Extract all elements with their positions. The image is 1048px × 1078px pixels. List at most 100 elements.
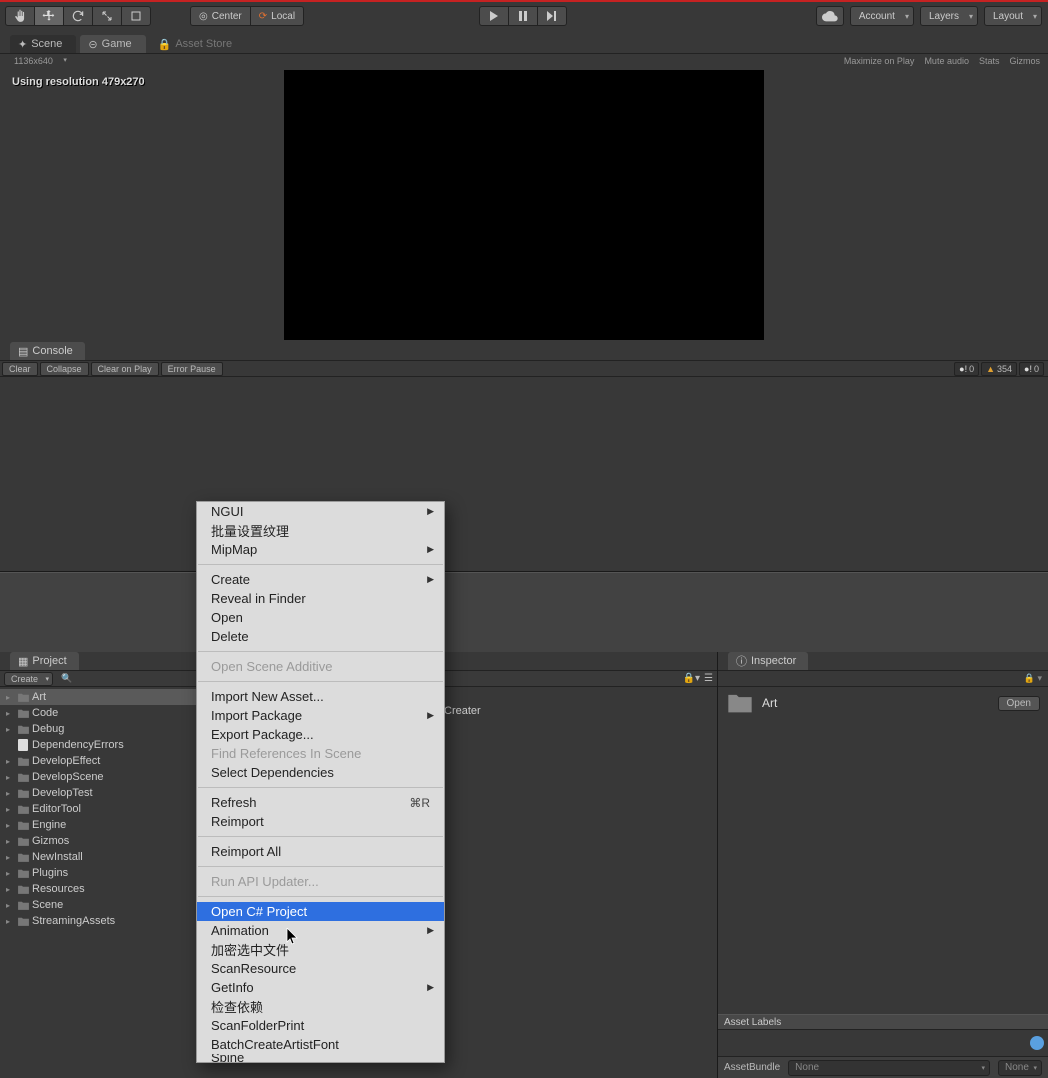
- tree-item-code[interactable]: ▸Code: [0, 705, 196, 721]
- console-detail[interactable]: [0, 572, 1048, 652]
- expand-arrow-icon[interactable]: ▸: [6, 789, 14, 798]
- asset-bundle-variant-dropdown[interactable]: None: [998, 1060, 1042, 1076]
- menu-item-clipped[interactable]: Spine: [197, 1054, 444, 1062]
- maximize-on-play-toggle[interactable]: Maximize on Play: [844, 56, 915, 66]
- console-body[interactable]: [0, 377, 1048, 572]
- tree-item-scene[interactable]: ▸Scene: [0, 897, 196, 913]
- menu-item[interactable]: Animation: [197, 921, 444, 940]
- hand-tool[interactable]: [5, 6, 35, 26]
- label-tag-icon[interactable]: [1030, 1036, 1044, 1050]
- folder-tree[interactable]: ▸Art▸Code▸DebugDependencyErrors▸DevelopE…: [0, 687, 196, 1078]
- pause-button[interactable]: [508, 6, 538, 26]
- menu-item[interactable]: MipMap: [197, 540, 444, 559]
- menu-item[interactable]: Open: [197, 608, 444, 627]
- cloud-button[interactable]: [816, 6, 844, 26]
- tree-item-plugins[interactable]: ▸Plugins: [0, 865, 196, 881]
- search-icon[interactable]: 🔍: [61, 673, 72, 684]
- tree-item-debug[interactable]: ▸Debug: [0, 721, 196, 737]
- menu-item[interactable]: 加密选中文件: [197, 940, 444, 959]
- play-button[interactable]: [479, 6, 509, 26]
- inspector-open-button[interactable]: Open: [998, 696, 1040, 711]
- expand-arrow-icon[interactable]: ▸: [6, 773, 14, 782]
- menu-item[interactable]: Import New Asset...: [197, 687, 444, 706]
- asset-bundle-name-dropdown[interactable]: None: [788, 1060, 990, 1076]
- tree-item-editortool[interactable]: ▸EditorTool: [0, 801, 196, 817]
- console-clear-on-play-toggle[interactable]: Clear on Play: [91, 362, 159, 376]
- account-dropdown[interactable]: Account: [850, 6, 914, 26]
- menu-item[interactable]: Export Package...: [197, 725, 444, 744]
- game-viewport[interactable]: [284, 70, 764, 340]
- menu-item[interactable]: Refresh⌘R: [197, 793, 444, 812]
- tree-item-streamingassets[interactable]: ▸StreamingAssets: [0, 913, 196, 929]
- mute-audio-toggle[interactable]: Mute audio: [924, 56, 969, 66]
- expand-arrow-icon[interactable]: ▸: [6, 885, 14, 894]
- tab-project[interactable]: ▦ Project: [10, 652, 79, 670]
- tree-item-newinstall[interactable]: ▸NewInstall: [0, 849, 196, 865]
- menu-item[interactable]: GetInfo: [197, 978, 444, 997]
- inspector-lock-icon[interactable]: 🔒 ▾: [1024, 673, 1042, 684]
- expand-arrow-icon[interactable]: ▸: [6, 709, 14, 718]
- expand-arrow-icon[interactable]: ▸: [6, 853, 14, 862]
- tab-game[interactable]: ⊝ Game: [80, 35, 145, 53]
- menu-item[interactable]: 批量设置纹理: [197, 521, 444, 540]
- stats-toggle[interactable]: Stats: [979, 56, 1000, 66]
- tree-item-engine[interactable]: ▸Engine: [0, 817, 196, 833]
- layout-icon[interactable]: ☰: [704, 673, 713, 684]
- tree-item-resources[interactable]: ▸Resources: [0, 881, 196, 897]
- tab-asset-store[interactable]: 🔒 Asset Store: [150, 35, 247, 53]
- menu-item[interactable]: Reimport: [197, 812, 444, 831]
- menu-item[interactable]: ScanFolderPrint: [197, 1016, 444, 1035]
- info-count-chip[interactable]: ●! 0: [954, 362, 979, 376]
- tab-inspector[interactable]: ⓘ Inspector: [728, 652, 808, 670]
- gizmos-toggle[interactable]: Gizmos: [1009, 56, 1040, 66]
- pivot-local-button[interactable]: ⟳ Local: [250, 6, 304, 26]
- layout-dropdown[interactable]: Layout: [984, 6, 1042, 26]
- menu-item[interactable]: Delete: [197, 627, 444, 646]
- menu-item[interactable]: ScanResource: [197, 959, 444, 978]
- menu-item[interactable]: Select Dependencies: [197, 763, 444, 782]
- console-collapse-toggle[interactable]: Collapse: [40, 362, 89, 376]
- console-error-pause-toggle[interactable]: Error Pause: [161, 362, 223, 376]
- tab-console[interactable]: ▤ Console: [10, 342, 85, 360]
- resolution-dropdown[interactable]: 1136x640: [10, 56, 69, 66]
- expand-arrow-icon[interactable]: ▸: [6, 805, 14, 814]
- menu-item[interactable]: NGUI: [197, 502, 444, 521]
- context-menu[interactable]: NGUI批量设置纹理MipMapCreateReveal in FinderOp…: [196, 501, 445, 1063]
- layers-dropdown[interactable]: Layers: [920, 6, 978, 26]
- scale-tool[interactable]: [92, 6, 122, 26]
- tree-item-developtest[interactable]: ▸DevelopTest: [0, 785, 196, 801]
- step-button[interactable]: [537, 6, 567, 26]
- pivot-center-button[interactable]: ◎ Center: [190, 6, 251, 26]
- move-tool[interactable]: [34, 6, 64, 26]
- menu-item[interactable]: Reveal in Finder: [197, 589, 444, 608]
- tree-item-developeffect[interactable]: ▸DevelopEffect: [0, 753, 196, 769]
- expand-arrow-icon[interactable]: ▸: [6, 693, 14, 702]
- warn-count-chip[interactable]: ▲ 354: [981, 362, 1017, 376]
- menu-item[interactable]: Create: [197, 570, 444, 589]
- console-clear-button[interactable]: Clear: [2, 362, 38, 376]
- tree-item-gizmos[interactable]: ▸Gizmos: [0, 833, 196, 849]
- menu-item[interactable]: Open C# Project: [197, 902, 444, 921]
- expand-arrow-icon[interactable]: ▸: [6, 725, 14, 734]
- tree-item-dependencyerrors[interactable]: DependencyErrors: [0, 737, 196, 753]
- rect-tool[interactable]: [121, 6, 151, 26]
- menu-item[interactable]: Reimport All: [197, 842, 444, 861]
- tree-item-art[interactable]: ▸Art: [0, 689, 196, 705]
- lock-icon[interactable]: 🔒▾: [683, 673, 700, 684]
- expand-arrow-icon[interactable]: ▸: [6, 821, 14, 830]
- expand-arrow-icon[interactable]: ▸: [6, 757, 14, 766]
- rotate-tool[interactable]: [63, 6, 93, 26]
- project-create-dropdown[interactable]: Create: [4, 672, 53, 686]
- tree-item-developscene[interactable]: ▸DevelopScene: [0, 769, 196, 785]
- menu-item[interactable]: 检查依赖: [197, 997, 444, 1016]
- content-item[interactable]: Creater: [444, 705, 709, 717]
- error-count-chip[interactable]: ●! 0: [1019, 362, 1044, 376]
- expand-arrow-icon[interactable]: ▸: [6, 917, 14, 926]
- tab-scene[interactable]: ✦ Scene: [10, 35, 76, 53]
- expand-arrow-icon[interactable]: ▸: [6, 837, 14, 846]
- expand-arrow-icon[interactable]: ▸: [6, 869, 14, 878]
- menu-item[interactable]: Import Package: [197, 706, 444, 725]
- asset-labels-header[interactable]: Asset Labels: [718, 1014, 1048, 1030]
- expand-arrow-icon[interactable]: ▸: [6, 901, 14, 910]
- menu-item[interactable]: BatchCreateArtistFont: [197, 1035, 444, 1054]
